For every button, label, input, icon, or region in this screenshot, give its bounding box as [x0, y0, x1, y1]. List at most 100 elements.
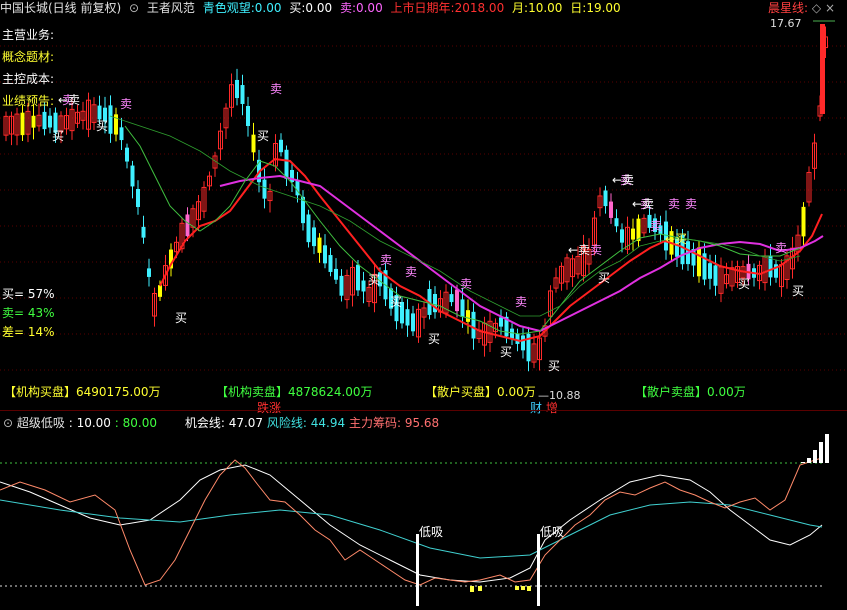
info-cost: 主控成本: [2, 72, 55, 86]
candle-body [20, 112, 25, 136]
sub-indicator-chart[interactable]: 低吸 低吸 [0, 430, 847, 610]
candle-body [279, 139, 283, 153]
ma-thin-line [109, 115, 801, 317]
sub-lines [0, 457, 823, 586]
sell-label: 卖: [339, 1, 356, 15]
candle-body [356, 264, 360, 291]
info-labels: 主营业务: 概念题材: 主控成本: 业绩预告: [2, 24, 54, 112]
candle-body [125, 147, 129, 162]
candle-body [820, 24, 825, 114]
sell-mark: 卖 [650, 219, 662, 233]
yellow-bar [515, 586, 519, 590]
morning-star-label: 晨星线: ◇ × [768, 1, 835, 15]
moving-averages [109, 115, 824, 343]
strength-bar [801, 462, 805, 463]
risk-label: 风险线: 44.94 [266, 416, 346, 430]
sub-param1: : 10.00 [68, 416, 111, 430]
sell-mark: 卖 [590, 243, 602, 257]
sell-arrow-mark: ←卖 [568, 243, 590, 257]
sub-indicator-name[interactable]: 超级低吸 [17, 416, 65, 430]
strength-bar [807, 458, 811, 463]
flow-bar: 【机构买盘】6490175.00万 【机构卖盘】4878624.00万 【散户买… [0, 383, 847, 399]
candle-body [460, 299, 465, 317]
candle-body [328, 255, 333, 272]
indicator-dropdown-icon[interactable]: ⊙ [129, 1, 139, 15]
buy-mark: 买 [548, 359, 560, 373]
buy-arrow-mark: ←买 [665, 232, 687, 246]
candle-body [312, 227, 316, 247]
candle-body [405, 309, 410, 326]
info-concept: 概念题材: [2, 50, 55, 64]
candle-body [119, 127, 124, 141]
candle-body [31, 115, 36, 128]
day-value: 19.00 [586, 1, 621, 15]
candle-body [620, 229, 624, 243]
sell-mark: 卖 [668, 197, 680, 211]
price-high-label: 17.67 [770, 17, 802, 30]
candle-body [130, 165, 135, 187]
month-value: 10.00 [528, 1, 563, 15]
sub-salmon-line [0, 457, 823, 586]
sell-mark: 卖 [775, 241, 787, 255]
buy-mark: 买 [390, 295, 402, 309]
sell-arrow-mark: ←卖 [612, 173, 634, 187]
sell-mark: 卖 [120, 97, 132, 111]
sub-dropdown-icon[interactable]: ⊙ [3, 416, 13, 430]
sell-mark: 卖 [270, 82, 282, 96]
stat-diff: 差= 14% [2, 325, 55, 339]
yellow-bar [478, 586, 482, 591]
inst-sell: 【机构卖盘】4878624.00万 [216, 385, 373, 399]
stock-title[interactable]: 中国长城(日线 前复权) [0, 1, 121, 15]
info-main-business: 主营业务: [2, 28, 55, 42]
candle-body [48, 115, 52, 128]
candle-body [235, 79, 239, 99]
candle-body [251, 134, 256, 153]
candle-body [603, 190, 608, 207]
indicator-name[interactable]: 王者风范 [147, 1, 195, 15]
candle-body [471, 311, 476, 339]
diamond-icon[interactable]: ◇ [812, 1, 821, 15]
chart-header: 中国长城(日线 前复权) ⊙ 王者风范 青色观望:0.00 买:0.00 卖:0… [0, 0, 847, 16]
low-absorb-label: 低吸 [419, 525, 443, 539]
tag-cai-zeng: 财 增 [530, 401, 558, 415]
stat-sell: 卖= 43% [2, 306, 55, 320]
list-year-value: 2018.00 [454, 1, 505, 15]
sub-white-line [0, 464, 823, 583]
candle-body [42, 111, 47, 130]
signal-marks: 卖卖 卖卖卖卖卖卖卖卖卖卖卖卖←卖←卖←卖←卖买买买买买买买买 买买买买←买 [52, 20, 835, 373]
buy-mark: 买 [428, 332, 440, 346]
qingse-label: 青色观望: [202, 1, 255, 15]
candle-body [455, 289, 459, 312]
chance-label: 机会线: 47.07 [184, 416, 264, 430]
sell-mark: 卖 [380, 253, 392, 267]
candle-body [466, 310, 470, 322]
candle-body [97, 105, 102, 120]
candle-body [108, 105, 113, 134]
candle-body [339, 275, 344, 296]
candle-body [521, 335, 525, 351]
yellow-bar [470, 586, 474, 592]
close-icon[interactable]: × [825, 1, 835, 15]
retail-sell: 【散户卖盘】0.00万 [635, 385, 746, 399]
qingse-value: 0.00 [254, 1, 282, 15]
low-absorb-label: 低吸 [540, 525, 564, 539]
sell-mark: 卖 [460, 277, 472, 291]
candle-body [713, 265, 718, 286]
tag-fall-rise: 跌涨 [257, 401, 282, 415]
candle-body [158, 285, 162, 297]
strength-bar [825, 434, 829, 463]
candle-body [334, 268, 338, 280]
candle-body [306, 214, 311, 243]
candle-body [515, 333, 520, 344]
month-label: 月: [512, 1, 529, 15]
main-kline-chart[interactable]: 卖卖 卖卖卖卖卖卖卖卖卖卖卖卖←卖←卖←卖←卖买买买买买买买买 买买买买←买 [0, 16, 847, 388]
buy-mark: 买 [257, 129, 269, 143]
low-absorb-bar [416, 534, 419, 606]
sell-value: 0.00 [355, 1, 383, 15]
candle-body [147, 268, 151, 277]
stat-buy: 买= 57% [2, 287, 55, 301]
candle-body [361, 280, 366, 292]
sell-arrow-mark: ←卖 [632, 197, 654, 211]
buy-mark: 买 [792, 284, 804, 298]
stats-box: 买= 57% 卖= 43% 差= 14% [2, 285, 55, 342]
